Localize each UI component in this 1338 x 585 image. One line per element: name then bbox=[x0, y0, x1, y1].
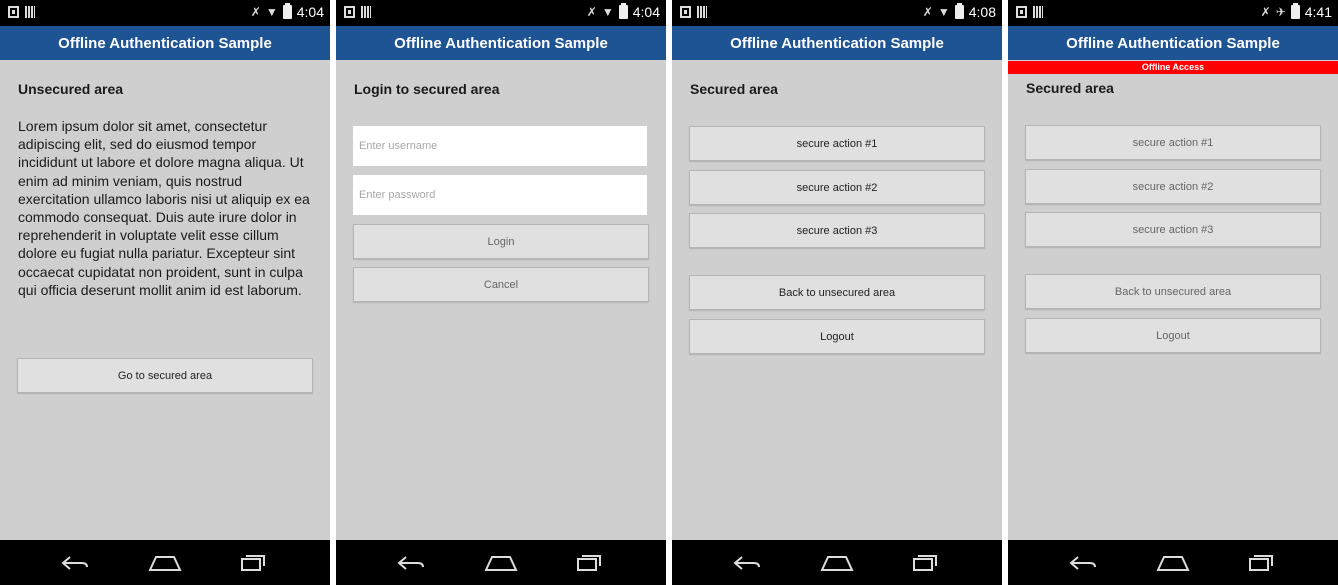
recent-apps-icon[interactable] bbox=[240, 552, 266, 572]
back-to-unsecured-button[interactable]: Back to unsecured area bbox=[1025, 274, 1321, 309]
battery-icon bbox=[1290, 3, 1300, 19]
app-title: Offline Authentication Sample bbox=[336, 26, 666, 60]
login-button[interactable]: Login bbox=[353, 224, 649, 259]
no-vibrate-icon: ✗ bbox=[250, 5, 261, 19]
nav-bar bbox=[0, 540, 330, 585]
nav-bar bbox=[672, 540, 1002, 585]
status-time: 4:04 bbox=[632, 4, 660, 20]
status-time: 4:08 bbox=[968, 4, 996, 20]
page-heading: Login to secured area bbox=[354, 81, 500, 97]
page-heading: Secured area bbox=[1026, 80, 1114, 96]
status-bar: ✗ ✈ 4:41 bbox=[1008, 0, 1338, 26]
airplane-icon: ✈ bbox=[1275, 5, 1286, 19]
home-icon[interactable] bbox=[820, 554, 854, 572]
password-field[interactable] bbox=[353, 175, 647, 215]
page-heading: Secured area bbox=[690, 81, 778, 97]
back-icon[interactable] bbox=[60, 553, 90, 573]
nav-bar bbox=[336, 540, 666, 585]
signal-bars-icon bbox=[1033, 6, 1043, 18]
recent-apps-icon[interactable] bbox=[912, 552, 938, 572]
screen-secured-offline: ✗ ✈ 4:41 Offline Authentication Sample O… bbox=[1008, 0, 1338, 585]
logout-button[interactable]: Logout bbox=[1025, 318, 1321, 353]
secure-action-2-button[interactable]: secure action #2 bbox=[1025, 169, 1321, 204]
recent-apps-icon[interactable] bbox=[576, 552, 602, 572]
signal-bars-icon bbox=[25, 6, 35, 18]
recent-apps-icon[interactable] bbox=[1248, 552, 1274, 572]
back-icon[interactable] bbox=[1068, 553, 1098, 573]
secure-action-3-button[interactable]: secure action #3 bbox=[689, 213, 985, 248]
sim-icon bbox=[1016, 6, 1027, 18]
back-icon[interactable] bbox=[732, 553, 762, 573]
wifi-icon: ▼ bbox=[937, 5, 950, 19]
home-icon[interactable] bbox=[148, 554, 182, 572]
app-title: Offline Authentication Sample bbox=[672, 26, 1002, 60]
battery-icon bbox=[282, 3, 292, 19]
go-secured-button[interactable]: Go to secured area bbox=[17, 358, 313, 393]
app-title: Offline Authentication Sample bbox=[1008, 26, 1338, 60]
offline-access-banner: Offline Access bbox=[1008, 61, 1338, 74]
signal-bars-icon bbox=[361, 6, 371, 18]
status-bar: ✗ ▼ 4:08 bbox=[672, 0, 1002, 26]
logout-button[interactable]: Logout bbox=[689, 319, 985, 354]
sim-icon bbox=[8, 6, 19, 18]
status-time: 4:04 bbox=[296, 4, 324, 20]
battery-icon bbox=[618, 3, 628, 19]
status-bar: ✗ ▼ 4:04 bbox=[336, 0, 666, 26]
page-heading: Unsecured area bbox=[18, 81, 124, 97]
secure-action-3-button[interactable]: secure action #3 bbox=[1025, 212, 1321, 247]
no-vibrate-icon: ✗ bbox=[922, 5, 933, 19]
screen-login: ✗ ▼ 4:04 Offline Authentication Sample L… bbox=[336, 0, 666, 585]
nav-bar bbox=[1008, 540, 1338, 585]
no-vibrate-icon: ✗ bbox=[586, 5, 597, 19]
secure-action-1-button[interactable]: secure action #1 bbox=[1025, 125, 1321, 160]
secure-action-1-button[interactable]: secure action #1 bbox=[689, 126, 985, 161]
signal-bars-icon bbox=[697, 6, 707, 18]
screen-unsecured: ✗ ▼ 4:04 Offline Authentication Sample U… bbox=[0, 0, 330, 585]
body-text: Lorem ipsum dolor sit amet, consectetur … bbox=[18, 118, 310, 298]
sim-icon bbox=[680, 6, 691, 18]
status-bar: ✗ ▼ 4:04 bbox=[0, 0, 330, 26]
username-field[interactable] bbox=[353, 126, 647, 166]
status-time: 4:41 bbox=[1304, 4, 1332, 20]
sim-icon bbox=[344, 6, 355, 18]
battery-icon bbox=[954, 3, 964, 19]
home-icon[interactable] bbox=[484, 554, 518, 572]
wifi-icon: ▼ bbox=[601, 5, 614, 19]
wifi-icon: ▼ bbox=[265, 5, 278, 19]
no-vibrate-icon: ✗ bbox=[1260, 5, 1271, 19]
cancel-button[interactable]: Cancel bbox=[353, 267, 649, 302]
back-icon[interactable] bbox=[396, 553, 426, 573]
app-title: Offline Authentication Sample bbox=[0, 26, 330, 60]
back-to-unsecured-button[interactable]: Back to unsecured area bbox=[689, 275, 985, 310]
home-icon[interactable] bbox=[1156, 554, 1190, 572]
screen-secured: ✗ ▼ 4:08 Offline Authentication Sample S… bbox=[672, 0, 1002, 585]
secure-action-2-button[interactable]: secure action #2 bbox=[689, 170, 985, 205]
